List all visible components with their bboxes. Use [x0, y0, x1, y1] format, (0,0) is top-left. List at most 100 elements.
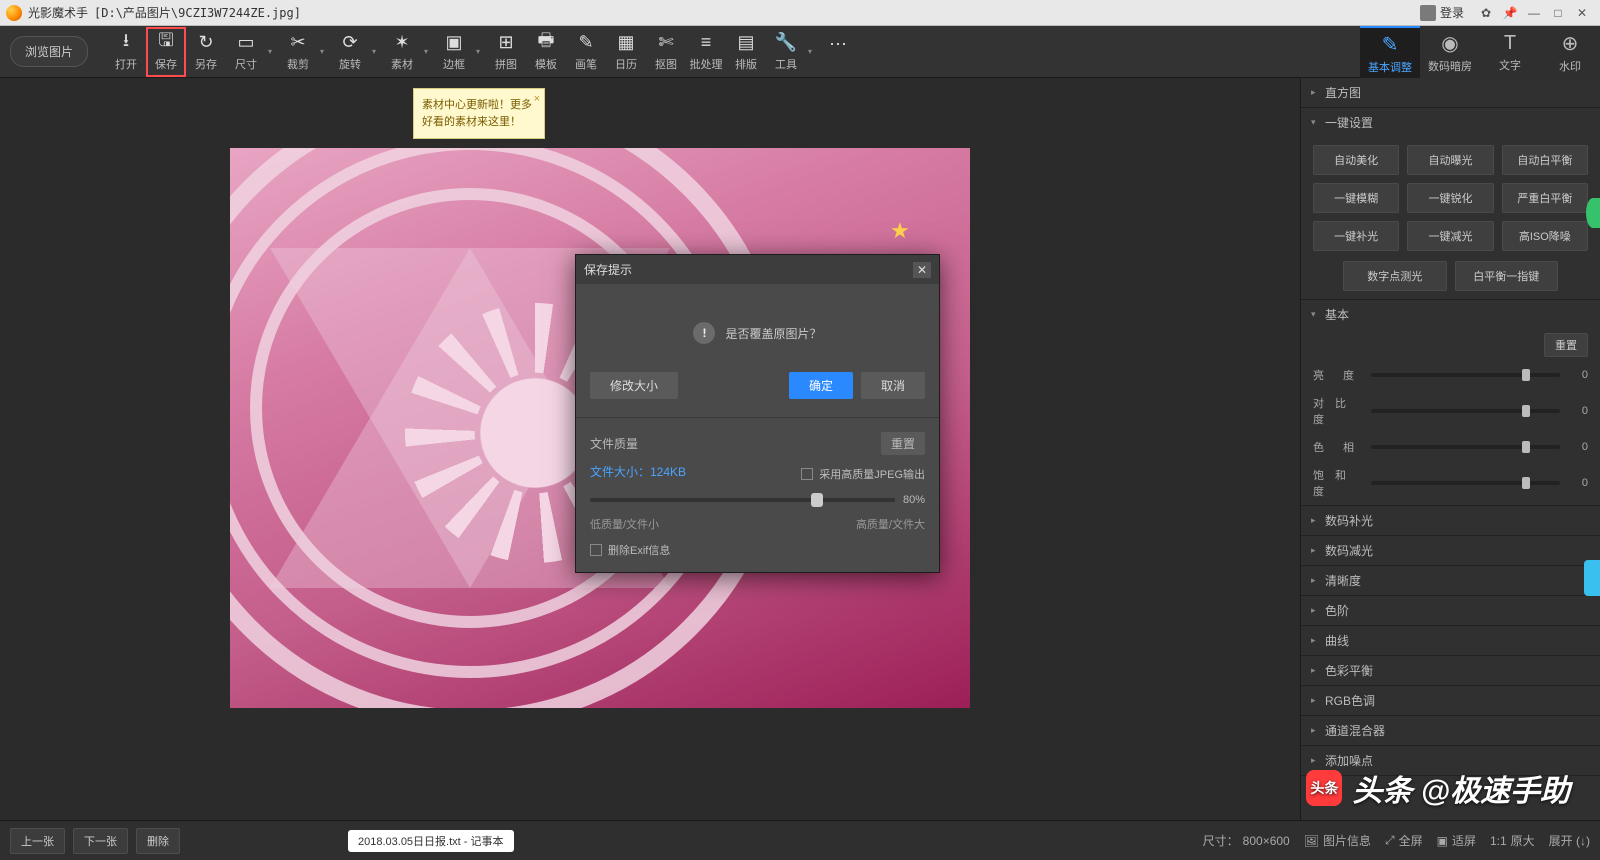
toolbar-icon: 🔧: [775, 32, 797, 54]
quality-label: 文件质量: [590, 435, 638, 452]
oneclick-一键减光-button[interactable]: 一键减光: [1407, 221, 1493, 251]
oneclick-一键补光-button[interactable]: 一键补光: [1313, 221, 1399, 251]
toolbar-日历-button[interactable]: ▦日历: [606, 27, 646, 77]
delete-button[interactable]: 删除: [136, 828, 180, 854]
more-button[interactable]: ⋯: [818, 27, 858, 77]
oneclick-自动白平衡-button[interactable]: 自动白平衡: [1502, 145, 1588, 175]
delete-exif-checkbox[interactable]: 删除Exif信息: [590, 542, 925, 558]
toolbar-画笔-button[interactable]: ✎画笔: [566, 27, 606, 77]
toolbar-保存-button[interactable]: 🖫保存: [146, 27, 186, 77]
pin-icon[interactable]: 📌: [1498, 4, 1522, 22]
tooltip-close-icon[interactable]: ×: [534, 91, 540, 108]
dropdown-arrow-icon[interactable]: ▾: [318, 27, 326, 77]
fullscreen-icon: ⤢: [1385, 833, 1395, 848]
section-色阶[interactable]: ▸色阶: [1301, 596, 1600, 625]
oneclick-高ISO降噪-button[interactable]: 高ISO降噪: [1502, 221, 1588, 251]
chevron-right-icon: ▸: [1311, 755, 1321, 766]
toolbar-icon: ⊞: [498, 32, 513, 54]
section-RGB色调[interactable]: ▸RGB色调: [1301, 686, 1600, 715]
info-icon: 🖼: [1304, 834, 1319, 848]
section-one-click[interactable]: ▾一键设置: [1301, 108, 1600, 137]
right-tab-水印[interactable]: ⊕水印: [1540, 26, 1600, 78]
slider-饱和度[interactable]: 饱 和 度0: [1301, 461, 1600, 505]
chevron-right-icon: ▸: [1311, 725, 1321, 736]
close-button[interactable]: ✕: [1570, 4, 1594, 22]
oneclick-数字点测光-button[interactable]: 数字点测光: [1343, 261, 1447, 291]
toolbar-批处理-button[interactable]: ≡批处理: [686, 27, 726, 77]
prev-image-button[interactable]: 上一张: [10, 828, 65, 854]
login-button[interactable]: 登录: [1420, 4, 1464, 21]
dropdown-arrow-icon[interactable]: ▾: [806, 27, 814, 77]
dropdown-arrow-icon[interactable]: ▾: [370, 27, 378, 77]
right-tab-bar: ✎基本调整◉数码暗房T文字⊕水印: [1360, 26, 1600, 78]
section-清晰度[interactable]: ▸清晰度: [1301, 566, 1600, 595]
original-size-button[interactable]: 1:1原大: [1490, 832, 1535, 849]
resize-button[interactable]: 修改大小: [590, 372, 678, 399]
toolbar-边框-button[interactable]: ▣边框: [434, 27, 474, 77]
side-tab-icon[interactable]: [1584, 560, 1600, 596]
dialog-close-button[interactable]: ✕: [913, 262, 931, 278]
dropdown-arrow-icon[interactable]: ▾: [266, 27, 274, 77]
next-image-button[interactable]: 下一张: [73, 828, 128, 854]
right-tab-数码暗房[interactable]: ◉数码暗房: [1420, 26, 1480, 78]
fullscreen-button[interactable]: ⤢全屏: [1385, 832, 1423, 849]
right-tab-文字[interactable]: T文字: [1480, 26, 1540, 78]
toolbar-icon: ⭳: [123, 32, 129, 54]
section-通道混合器[interactable]: ▸通道混合器: [1301, 716, 1600, 745]
minimize-button[interactable]: —: [1522, 4, 1546, 22]
slider-对比度[interactable]: 对 比 度0: [1301, 389, 1600, 433]
section-曲线[interactable]: ▸曲线: [1301, 626, 1600, 655]
right-tab-基本调整[interactable]: ✎基本调整: [1360, 26, 1420, 78]
section-histogram[interactable]: ▸直方图: [1301, 78, 1600, 107]
toolbar-icon: ≡: [701, 32, 712, 54]
app-logo-icon: [6, 5, 22, 21]
toolbar-抠图-button[interactable]: ✄抠图: [646, 27, 686, 77]
section-色彩平衡[interactable]: ▸色彩平衡: [1301, 656, 1600, 685]
browse-images-button[interactable]: 浏览图片: [10, 36, 88, 67]
cancel-button[interactable]: 取消: [861, 372, 925, 399]
chevron-down-icon: ▾: [1311, 309, 1321, 320]
toolbar-尺寸-button[interactable]: ▭尺寸: [226, 27, 266, 77]
checkbox-icon: [801, 468, 813, 480]
toolbar-裁剪-button[interactable]: ✂裁剪: [278, 27, 318, 77]
side-badge-icon[interactable]: [1586, 198, 1600, 228]
oneclick-严重白平衡-button[interactable]: 严重白平衡: [1502, 183, 1588, 213]
tab-icon: ◉: [1441, 31, 1458, 56]
fit-screen-button[interactable]: ▣适屏: [1437, 832, 1476, 849]
toolbar-打开-button[interactable]: ⭳打开: [106, 27, 146, 77]
checkbox-icon: [590, 544, 602, 556]
quality-slider[interactable]: 80%: [590, 492, 925, 508]
chevron-right-icon: ▸: [1311, 575, 1321, 586]
slider-亮度[interactable]: 亮 度0: [1301, 361, 1600, 389]
section-数码减光[interactable]: ▸数码减光: [1301, 536, 1600, 565]
ok-button[interactable]: 确定: [789, 372, 853, 399]
settings-icon[interactable]: ✿: [1474, 4, 1498, 22]
toolbar-工具-button[interactable]: 🔧工具: [766, 27, 806, 77]
dropdown-arrow-icon[interactable]: ▾: [422, 27, 430, 77]
oneclick-一键锐化-button[interactable]: 一键锐化: [1407, 183, 1493, 213]
toolbar-排版-button[interactable]: ▤排版: [726, 27, 766, 77]
section-basic[interactable]: ▾基本: [1301, 300, 1600, 329]
toolbar-模板-button[interactable]: 🖶模板: [526, 27, 566, 77]
toolbar-素材-button[interactable]: ✶素材: [382, 27, 422, 77]
section-添加噪点[interactable]: ▸添加噪点: [1301, 746, 1600, 775]
oneclick-自动曝光-button[interactable]: 自动曝光: [1407, 145, 1493, 175]
toolbar-旋转-button[interactable]: ⟳旋转: [330, 27, 370, 77]
toolbar-拼图-button[interactable]: ⊞拼图: [486, 27, 526, 77]
expand-button[interactable]: 展开 (↓): [1549, 832, 1590, 849]
dropdown-arrow-icon[interactable]: ▾: [474, 27, 482, 77]
basic-reset-button[interactable]: 重置: [1544, 333, 1588, 357]
quality-reset-button[interactable]: 重置: [881, 432, 925, 455]
oneclick-自动美化-button[interactable]: 自动美化: [1313, 145, 1399, 175]
oneclick-一键模糊-button[interactable]: 一键模糊: [1313, 183, 1399, 213]
section-数码补光[interactable]: ▸数码补光: [1301, 506, 1600, 535]
taskbar-item[interactable]: 2018.03.05日日报.txt - 记事本: [348, 830, 514, 852]
image-info-button[interactable]: 🖼图片信息: [1304, 832, 1371, 849]
toolbar-另存-button[interactable]: ↻另存: [186, 27, 226, 77]
slider-色相[interactable]: 色 相0: [1301, 433, 1600, 461]
material-update-tooltip: × 素材中心更新啦！更多好看的素材来这里！: [413, 88, 545, 139]
dialog-message: 是否覆盖原图片？: [725, 325, 821, 342]
maximize-button[interactable]: □: [1546, 4, 1570, 22]
oneclick-白平衡一指键-button[interactable]: 白平衡一指键: [1455, 261, 1559, 291]
toolbar-icon: ↻: [198, 32, 213, 54]
